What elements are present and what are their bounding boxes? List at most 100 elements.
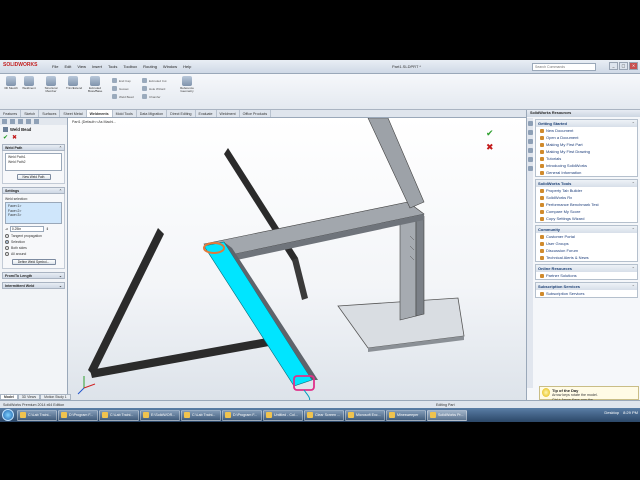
property-manager-icon[interactable] <box>10 119 15 124</box>
trim-extend-button[interactable]: Trim/Extend <box>66 76 82 90</box>
list-item[interactable]: Weld Path2 <box>8 160 59 165</box>
maximize-button[interactable]: □ <box>619 62 628 70</box>
from-to-length-header[interactable]: From/To Length ⌄ <box>2 272 65 279</box>
close-button[interactable]: × <box>629 62 638 70</box>
taskbar-item[interactable]: Clear Screen ... <box>304 409 344 421</box>
custom-properties-icon[interactable] <box>527 166 533 171</box>
taskbar-item[interactable]: C:\Lab Traini... <box>99 409 139 421</box>
configuration-manager-icon[interactable] <box>18 119 23 124</box>
weld-path-list[interactable]: Weld Path1 Weld Path2 <box>5 153 62 171</box>
taskbar-item[interactable]: C:\Lab Traini... <box>17 409 57 421</box>
taskbar-item[interactable]: E:\SolidWOR... <box>140 409 180 421</box>
cancel-button[interactable]: ✖ <box>12 134 17 141</box>
section-header[interactable]: Online Resources ⌃ <box>536 265 637 272</box>
start-button[interactable] <box>2 409 14 421</box>
link-solidworks-rx[interactable]: SolidWorks Rx <box>536 194 637 201</box>
menu-toolbox[interactable]: Toolbox <box>123 64 137 69</box>
menu-view[interactable]: View <box>77 64 86 69</box>
file-explorer-icon[interactable] <box>527 139 533 144</box>
appearances-icon[interactable] <box>527 157 533 162</box>
tab-weldment[interactable]: Weldment <box>217 110 240 117</box>
section-header[interactable]: Subscription Services ⌃ <box>536 283 637 290</box>
selection-radio[interactable]: Selection <box>5 240 62 244</box>
taskbar-item-active[interactable]: SolidWorks Pr... <box>427 409 467 421</box>
spinner-icon[interactable]: ⇕ <box>46 227 49 231</box>
top-member[interactable] <box>203 201 425 259</box>
menu-tools[interactable]: Tools <box>108 64 117 69</box>
search-commands-input[interactable]: Search Commands <box>532 63 596 71</box>
link-copy-settings[interactable]: Copy Settings Wizard <box>536 215 637 222</box>
new-weld-path-button[interactable]: New Weld Path <box>16 174 51 180</box>
clock[interactable]: 8:29 PM <box>623 410 638 415</box>
desktop-toolbar[interactable]: Desktop <box>604 410 619 415</box>
tab-data-migration[interactable]: Data Migration <box>137 110 168 117</box>
link-open-document[interactable]: Open a Document <box>536 134 637 141</box>
tab-office-products[interactable]: Office Products <box>240 110 272 117</box>
settings-group-header[interactable]: Settings ⌃ <box>2 187 65 194</box>
structural-member-button[interactable]: Structural Member <box>44 76 58 93</box>
link-compare-score[interactable]: Compare My Score <box>536 208 637 215</box>
3d-sketch-button[interactable]: 3D Sketch <box>4 76 18 90</box>
link-discussion-forum[interactable]: Discussion Forum <box>536 247 637 254</box>
feature-tree-flyout[interactable]: Part1 (Default<<As Machi... <box>72 120 116 124</box>
extruded-cut-button[interactable]: Extruded Cut <box>142 78 167 83</box>
link-user-groups[interactable]: User Groups <box>536 240 637 247</box>
intermittent-weld-header[interactable]: Intermittent Weld ⌄ <box>2 282 65 289</box>
taskbar-item[interactable]: Untitled - Col... <box>263 409 303 421</box>
link-first-part[interactable]: Making My First Part <box>536 141 637 148</box>
all-around-radio[interactable]: All around <box>5 252 62 256</box>
minimize-button[interactable]: _ <box>609 62 618 70</box>
tab-evaluate[interactable]: Evaluate <box>196 110 217 117</box>
link-subscription-services[interactable]: Subscription Services <box>536 290 637 297</box>
confirm-corner-cancel-icon[interactable]: ✖ <box>486 143 494 153</box>
design-library-icon[interactable] <box>527 130 533 135</box>
hole-wizard-button[interactable]: Hole Wizard <box>142 86 165 91</box>
weld-bead-button[interactable]: Weld Bead <box>112 94 134 99</box>
menu-help[interactable]: Help <box>183 64 191 69</box>
reference-geometry-button[interactable]: Reference Geometry <box>176 76 198 93</box>
link-partner-solutions[interactable]: Partner Solutions <box>536 272 637 279</box>
confirm-corner-ok-icon[interactable]: ✔ <box>486 129 494 139</box>
menu-insert[interactable]: Insert <box>92 64 102 69</box>
bead-size-input[interactable]: 0.25in <box>9 226 44 232</box>
tab-mold-tools[interactable]: Mold Tools <box>113 110 137 117</box>
section-header[interactable]: Community ⌃ <box>536 226 637 233</box>
tab-surfaces[interactable]: Surfaces <box>39 110 61 117</box>
gusset-button[interactable]: Gusset <box>112 86 129 91</box>
tab-features[interactable]: Features <box>0 110 22 117</box>
taskbar-item[interactable]: C:\Lab Traini... <box>181 409 221 421</box>
bead-size-field[interactable]: ⊿ 0.25in ⇕ <box>5 226 62 232</box>
taskbar-item[interactable]: Minesweeper <box>386 409 426 421</box>
link-customer-portal[interactable]: Customer Portal <box>536 233 637 240</box>
link-introducing[interactable]: Introducing SolidWorks <box>536 162 637 169</box>
tab-direct-editing[interactable]: Direct Editing <box>167 110 196 117</box>
feature-tree-icon[interactable] <box>2 119 7 124</box>
model-view[interactable]: ✔ ✖ <box>68 118 526 400</box>
link-technical-alerts[interactable]: Technical Alerts & News <box>536 254 637 261</box>
link-new-document[interactable]: New Document <box>536 127 637 134</box>
section-header[interactable]: SolidWorks Tools ⌃ <box>536 180 637 187</box>
chamfer-button[interactable]: Chamfer <box>142 94 161 99</box>
link-first-drawing[interactable]: Making My First Drawing <box>536 148 637 155</box>
view-palette-icon[interactable] <box>527 148 533 153</box>
taskbar-item[interactable]: D:\Program F... <box>222 409 262 421</box>
link-benchmark[interactable]: Performance Benchmark Test <box>536 201 637 208</box>
solidworks-logo[interactable]: SOLIDWORKS <box>3 62 37 68</box>
weld-selection-list[interactable]: Face<1> Face<2> Face<3> <box>5 202 62 224</box>
taskbar-item[interactable]: D:\Program F... <box>58 409 98 421</box>
tab-weldments[interactable]: Weldments <box>86 110 113 117</box>
end-cap-button[interactable]: End Cap <box>112 78 131 83</box>
taskbar-item[interactable]: Microsoft Exc... <box>345 409 385 421</box>
menu-edit[interactable]: Edit <box>64 64 71 69</box>
vertical-post[interactable] <box>399 211 417 321</box>
link-property-tab-builder[interactable]: Property Tab Builder <box>536 187 637 194</box>
graphics-area[interactable]: Part1 (Default<<As Machi... ✔ ✖ <box>68 118 526 400</box>
define-weld-symbol-button[interactable]: Define Weld Symbol... <box>11 259 56 265</box>
resources-icon[interactable] <box>527 121 533 126</box>
extruded-boss-button[interactable]: Extruded Boss/Base <box>88 76 102 93</box>
section-header[interactable]: Getting Started ⌃ <box>536 120 637 127</box>
link-tutorials[interactable]: Tutorials <box>536 155 637 162</box>
tab-sketch[interactable]: Sketch <box>21 110 40 117</box>
weld-path-group-header[interactable]: Weld Path ⌃ <box>2 144 65 151</box>
menu-file[interactable]: File <box>52 64 58 69</box>
